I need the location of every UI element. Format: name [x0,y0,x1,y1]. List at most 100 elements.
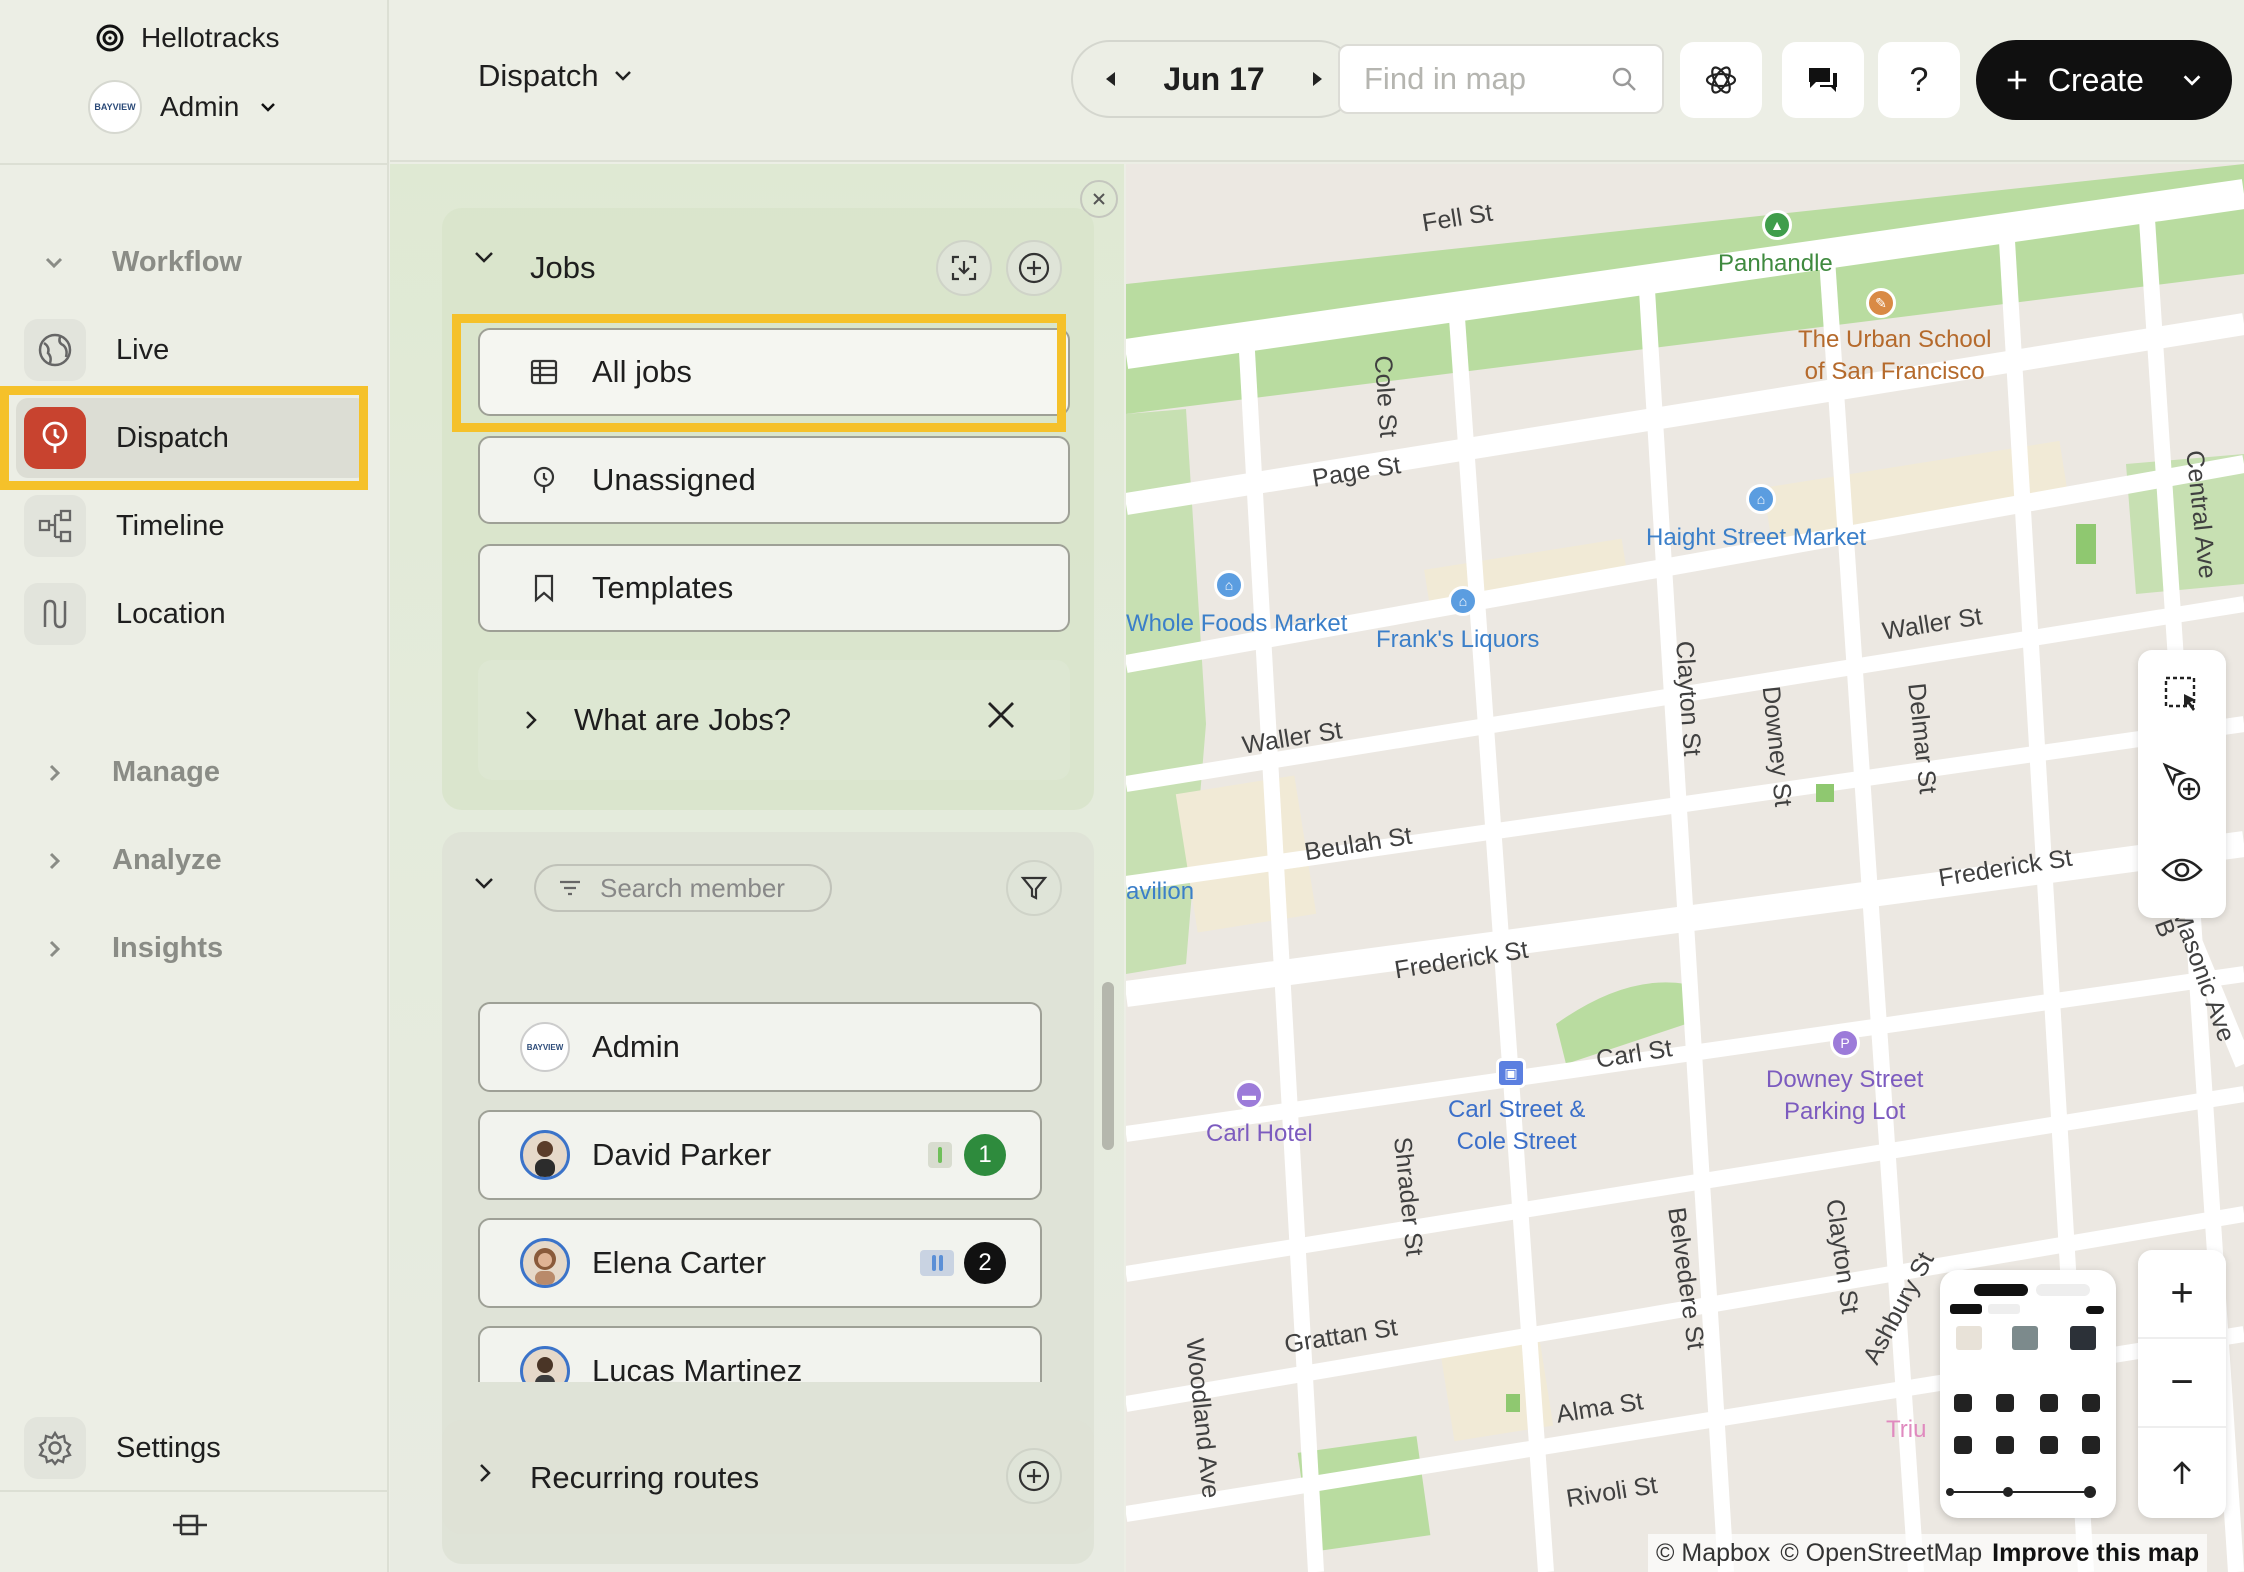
area-select-button[interactable] [2138,650,2226,738]
create-button[interactable]: Create [1976,40,2232,120]
map-layers-button[interactable] [1940,1270,2116,1518]
nav-dispatch[interactable]: Dispatch [16,398,368,478]
nav-location[interactable]: Location [16,574,368,654]
nav-timeline[interactable]: Timeline [16,486,368,566]
member-item[interactable]: BAYVIEW Admin [478,1002,1042,1092]
avatar [520,1346,570,1382]
poi-label: The Urban School of San Francisco [1798,326,1992,385]
section-manage[interactable]: Manage [40,756,220,789]
ai-assistant-button[interactable] [1680,42,1762,118]
section-insights[interactable]: Insights [40,932,223,965]
member-name: Lucas Martinez [592,1353,803,1382]
plus-icon [2007,70,2027,90]
poi-label: Whole Foods Market [1126,610,1348,637]
mapbox-link[interactable]: © Mapbox [1656,1539,1770,1568]
close-icon[interactable] [986,700,1016,730]
unassigned-label: Unassigned [592,462,756,497]
chevron-down-icon[interactable] [470,244,498,272]
status-indicator [928,1142,952,1168]
section-analyze[interactable]: Analyze [40,844,222,877]
zoom-out-button[interactable]: − [2138,1339,2226,1428]
filter-members-button[interactable] [1006,860,1062,916]
templates-label: Templates [592,570,734,605]
map[interactable]: Fell St Page St Waller St Waller St Beul… [1126,164,2244,1572]
section-workflow[interactable]: Workflow [40,246,242,279]
chevron-right-icon [49,764,61,781]
shop-marker-icon[interactable]: ⌂ [1214,570,1244,600]
reset-north-button[interactable] [2138,1428,2226,1517]
school-marker-icon[interactable]: ✎ [1866,288,1896,318]
messages-button[interactable] [1782,42,1864,118]
unassigned-button[interactable]: Unassigned [478,436,1070,524]
parking-marker-icon[interactable]: P [1830,1028,1860,1058]
section-label: Workflow [112,246,242,278]
help-button[interactable]: ? [1878,42,1960,118]
dispatch-panel: Jobs All jobs Unassigned Templates What … [390,164,1124,1572]
chevron-down-icon[interactable] [470,870,498,898]
import-jobs-button[interactable] [936,240,992,296]
divider [0,163,387,165]
transit-marker-icon[interactable]: ▣ [1496,1058,1526,1088]
date-navigator: Jun 17 [1071,40,1357,118]
osm-link[interactable]: © OpenStreetMap [1780,1539,1982,1568]
nav-settings[interactable]: Settings [16,1408,368,1488]
add-job-button[interactable] [1006,240,1062,296]
prev-day-button[interactable] [1091,59,1131,99]
section-label: Insights [112,932,224,964]
current-date[interactable]: Jun 17 [1163,61,1264,98]
avatar: BAYVIEW [520,1022,570,1072]
member-list-clip: Lucas Martinez [442,1318,1094,1382]
nav-label: Dispatch [116,421,229,454]
street-label: Cole St [1368,354,1403,439]
templates-button[interactable]: Templates [478,544,1070,632]
visibility-button[interactable] [2138,826,2226,914]
member-item[interactable]: David Parker 1 [478,1110,1042,1200]
all-jobs-button[interactable]: All jobs [478,328,1070,416]
what-are-jobs-info[interactable]: What are Jobs? [478,660,1070,780]
poi-label: Triu [1886,1416,1927,1443]
job-count-badge: 2 [964,1242,1006,1284]
next-day-button[interactable] [1297,59,1337,99]
filter-lines-icon [560,880,580,896]
recurring-routes-title: Recurring routes [530,1460,760,1495]
improve-map-link[interactable]: Improve this map [1992,1539,2199,1568]
add-recurring-route-button[interactable] [1006,1448,1062,1504]
member-item[interactable]: Elena Carter 2 [478,1218,1042,1308]
pin-sidebar-button[interactable] [165,1500,215,1550]
org-switcher[interactable]: Hellotracks [95,22,279,54]
sidebar: Hellotracks BAYVIEW Admin Workflow Live … [0,0,389,1572]
user-menu[interactable]: BAYVIEW Admin [88,80,279,134]
search-member-input[interactable]: Search member [534,864,832,912]
member-list-scrollbar[interactable] [1102,982,1114,1150]
poi-label: Carl Hotel [1206,1120,1313,1147]
add-place-button[interactable] [2138,738,2226,826]
shop-marker-icon[interactable]: ⌂ [1448,586,1478,616]
member-name: Admin [592,1029,680,1064]
poi-label: Frank's Liquors [1376,626,1540,653]
layers-thumbnail-icon [1946,1284,2104,1498]
find-in-map-input[interactable] [1364,61,1604,97]
plus-circle-icon [1018,1460,1050,1492]
page-title: Dispatch [478,58,599,93]
page-title-dropdown[interactable]: Dispatch [478,58,635,94]
info-label: What are Jobs? [574,702,792,737]
nav-live[interactable]: Live [16,310,368,390]
hotel-marker-icon[interactable]: ▬ [1234,1080,1264,1110]
globe-icon [24,319,86,381]
jobs-card: Jobs All jobs Unassigned Templates What … [442,208,1094,810]
import-icon [951,255,977,281]
poi-label: Panhandle [1718,250,1833,277]
recurring-routes-card[interactable]: Recurring routes [442,1420,1094,1534]
avatar [520,1130,570,1180]
top-bar: Dispatch Jun 17 ? Create [390,0,2244,162]
search-icon [1612,67,1636,91]
nav-label: Live [116,333,170,366]
nav-label: Settings [116,1431,221,1464]
member-item[interactable]: Lucas Martinez [478,1326,1042,1382]
park-marker-icon[interactable]: ▲ [1762,210,1792,240]
pin-icon [173,1514,207,1536]
shop-marker-icon[interactable]: ⌂ [1746,484,1776,514]
chevron-right-icon [49,940,61,957]
plus-circle-icon [1018,252,1050,284]
zoom-in-button[interactable]: + [2138,1250,2226,1339]
